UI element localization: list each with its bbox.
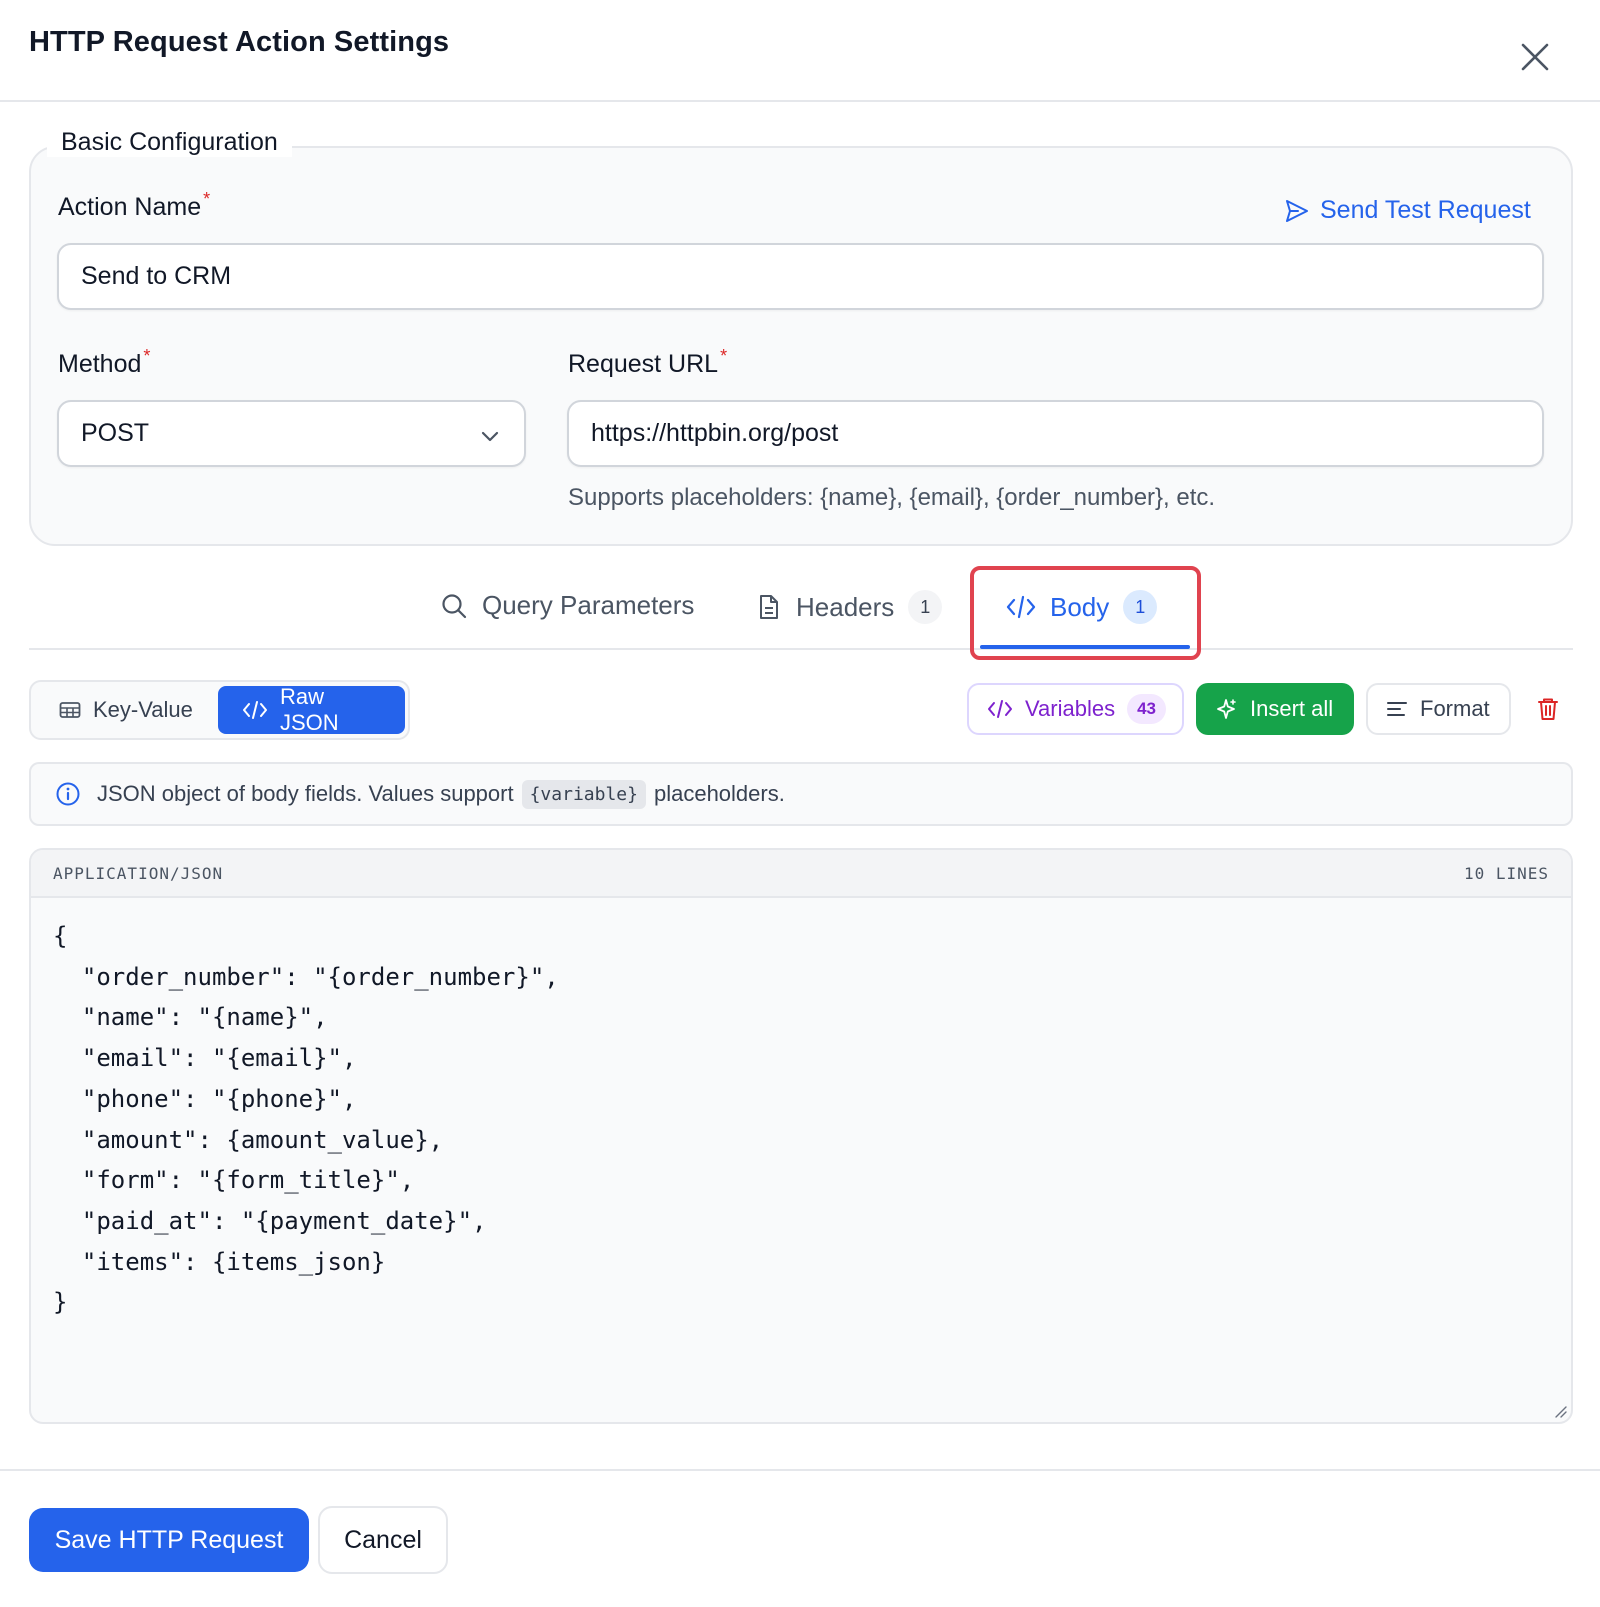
raw-json-mode-label: Raw JSON: [280, 684, 339, 735]
variables-count: 43: [1127, 694, 1167, 724]
send-test-request-label: Send Test Request: [1320, 196, 1531, 224]
action-name-label: Action Name *: [58, 189, 210, 222]
request-url-label-text: Request URL: [568, 350, 719, 378]
required-mark: *: [720, 346, 728, 366]
active-tab-indicator: [980, 645, 1190, 649]
action-name-input[interactable]: Send to CRM: [57, 243, 1544, 310]
method-label: Method *: [58, 346, 150, 379]
info-code: {variable}: [521, 779, 646, 809]
info-text-before: JSON object of body fields. Values suppo…: [97, 781, 514, 806]
variables-label: Variables: [1025, 696, 1116, 721]
info-icon: [55, 781, 81, 807]
chevron-down-icon: [478, 424, 502, 448]
basic-configuration-legend: Basic Configuration: [47, 128, 292, 157]
tabs-divider: [29, 648, 1573, 650]
tab-headers-count: 1: [908, 590, 943, 624]
json-editor: APPLICATION/JSON 10 LINES { "order_numbe…: [29, 848, 1573, 1424]
document-icon: [756, 593, 782, 621]
required-mark: *: [203, 189, 211, 209]
trash-icon[interactable]: [1535, 696, 1561, 722]
info-text-after: placeholders.: [653, 781, 785, 806]
insert-all-label: Insert all: [1250, 696, 1334, 721]
required-mark: *: [143, 346, 151, 366]
json-body-textarea[interactable]: { "order_number": "{order_number}", "nam…: [53, 916, 1543, 1386]
tab-headers[interactable]: Headers 1: [756, 590, 943, 624]
resize-handle-icon[interactable]: [1551, 1402, 1567, 1418]
send-icon: [1284, 198, 1310, 224]
request-url-hint: Supports placeholders: {name}, {email}, …: [568, 484, 1216, 511]
sparkles-icon: [1214, 697, 1238, 721]
align-left-icon: [1386, 699, 1408, 719]
request-url-value: https://httpbin.org/post: [591, 419, 839, 447]
close-icon[interactable]: [1518, 40, 1552, 74]
action-name-label-text: Action Name: [58, 193, 202, 221]
tab-query-parameters-label: Query Parameters: [482, 590, 695, 620]
code-icon: [987, 698, 1013, 720]
code-icon: [242, 699, 268, 721]
variables-button[interactable]: Variables 43: [967, 683, 1184, 735]
body-mode-toggle: Key-Value Raw JSON: [29, 680, 410, 740]
key-value-mode-button[interactable]: Key-Value: [35, 686, 217, 734]
raw-json-mode-button[interactable]: Raw JSON: [218, 684, 405, 735]
send-test-request-button[interactable]: Send Test Request: [1284, 196, 1531, 225]
method-label-text: Method: [58, 350, 142, 378]
method-value: POST: [81, 419, 150, 447]
cancel-button[interactable]: Cancel: [318, 1506, 448, 1574]
editor-header: APPLICATION/JSON 10 LINES: [31, 850, 1571, 898]
line-count-label: 10 LINES: [1463, 864, 1549, 883]
code-icon: [1006, 594, 1036, 620]
tab-headers-label: Headers: [796, 591, 895, 622]
format-button[interactable]: Format: [1366, 683, 1511, 735]
tab-body[interactable]: Body 1: [1006, 590, 1158, 624]
info-banner: JSON object of body fields. Values suppo…: [29, 762, 1573, 826]
request-url-label: Request URL *: [568, 346, 727, 379]
search-icon: [440, 592, 468, 620]
table-icon: [59, 701, 81, 719]
tab-query-parameters[interactable]: Query Parameters: [440, 590, 694, 621]
request-url-input[interactable]: https://httpbin.org/post: [567, 400, 1544, 467]
footer-divider: [0, 1469, 1600, 1471]
format-label: Format: [1420, 696, 1490, 721]
tab-body-label: Body: [1050, 591, 1110, 622]
dialog-title: HTTP Request Action Settings: [29, 26, 450, 58]
method-select[interactable]: POST: [57, 400, 526, 467]
tab-body-count: 1: [1123, 590, 1158, 624]
content-type-label: APPLICATION/JSON: [53, 864, 224, 883]
save-http-request-button[interactable]: Save HTTP Request: [29, 1508, 309, 1572]
key-value-mode-label: Key-Value: [93, 697, 193, 722]
action-name-value: Send to CRM: [81, 262, 232, 290]
insert-all-button[interactable]: Insert all: [1196, 683, 1354, 735]
dialog-header: HTTP Request Action Settings: [0, 0, 1600, 102]
